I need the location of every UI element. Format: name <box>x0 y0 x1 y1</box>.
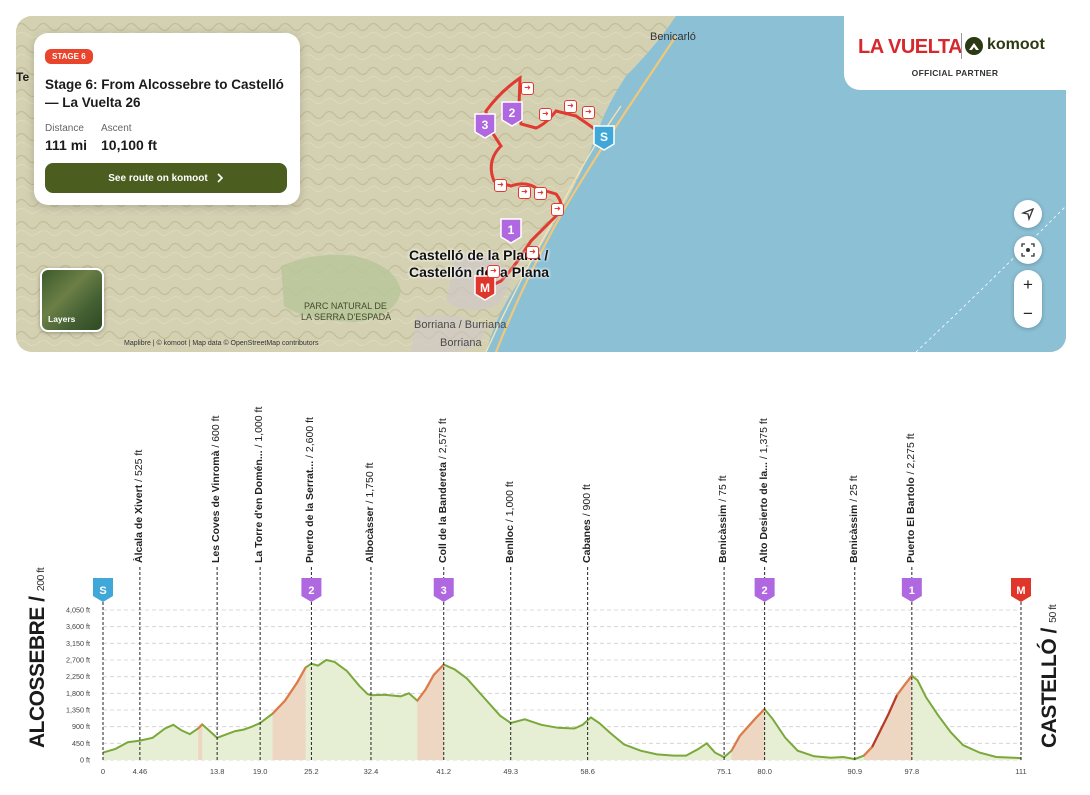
waypoint-label[interactable]: Alto Desierto de la... / 1,375 ft <box>758 418 770 563</box>
x-tick-label: 80.0 <box>757 767 772 776</box>
waypoint-elevation: / 600 ft <box>210 415 223 451</box>
waypoint-name: Cabanes <box>580 519 593 563</box>
steep-section <box>284 682 298 760</box>
y-tick-label: 900 ft <box>72 722 90 731</box>
svg-text:2: 2 <box>308 585 314 597</box>
waypoint-name: Coll de la Bandereta <box>436 462 449 563</box>
y-tick-label: 1,800 ft <box>66 689 90 698</box>
waypoint-label[interactable]: Àlcala de Xivert / 525 ft <box>133 450 145 563</box>
y-tick-label: 4,050 ft <box>66 606 90 615</box>
svg-text:1: 1 <box>909 585 915 597</box>
waypoint-elevation: / 900 ft <box>580 484 593 520</box>
y-tick-label: 1,350 ft <box>66 706 90 715</box>
waypoint-name: La Torre d'en Domén... <box>253 450 266 563</box>
end-name: CASTELLÓ / <box>1038 628 1061 748</box>
waypoint-elevation: / 25 ft <box>847 475 860 505</box>
waypoint-name: Alto Desierto de la... <box>757 462 770 563</box>
x-tick-label: 25.2 <box>304 767 319 776</box>
x-tick-label: 97.8 <box>905 767 920 776</box>
profile-finish-marker: M <box>1011 578 1031 602</box>
waypoint-elevation: / 75 ft <box>717 475 730 505</box>
kom-marker: 3 <box>433 578 454 602</box>
waypoint-elevation: / 2,600 ft <box>304 417 317 461</box>
steep-section <box>433 664 444 760</box>
waypoint-elevation: / 525 ft <box>132 449 145 485</box>
x-tick-label: 90.9 <box>847 767 862 776</box>
x-tick-label: 75.1 <box>717 767 732 776</box>
waypoint-name: Puerto de la Serrat... <box>304 460 317 563</box>
waypoint-name: Benicàssim <box>847 504 860 563</box>
y-tick-label: 3,600 ft <box>66 622 90 631</box>
x-tick-label: 58.6 <box>580 767 595 776</box>
steep-section <box>905 675 912 760</box>
start-location-label: ALCOSSEBRE / 200 ft <box>26 568 50 748</box>
x-tick-label: 19.0 <box>253 767 268 776</box>
x-tick-label: 13.8 <box>210 767 225 776</box>
waypoint-name: Albocàsser <box>363 506 376 563</box>
waypoint-elevation: / 1,000 ft <box>503 481 516 526</box>
waypoint-label[interactable]: Benicàssim / 25 ft <box>848 475 860 563</box>
waypoint-name: Benlloc <box>503 525 516 563</box>
y-tick-label: 0 ft <box>80 756 90 765</box>
waypoint-elevation: / 1,750 ft <box>363 462 376 507</box>
y-tick-label: 450 ft <box>72 739 90 748</box>
x-tick-label: 32.4 <box>364 767 379 776</box>
y-tick-label: 3,150 ft <box>66 639 90 648</box>
waypoint-label[interactable]: Albocàsser / 1,750 ft <box>364 463 376 563</box>
waypoint-name: Les Coves de Vinromà <box>210 450 223 563</box>
y-tick-label: 2,700 ft <box>66 656 90 665</box>
y-tick-label: 2,250 ft <box>66 672 90 681</box>
kom-marker: 2 <box>301 578 322 602</box>
waypoint-label[interactable]: Benlloc / 1,000 ft <box>504 481 516 563</box>
x-tick-label: 111 <box>1015 767 1026 776</box>
waypoint-label[interactable]: Puerto de la Serrat... / 2,600 ft <box>304 417 316 563</box>
waypoint-elevation: / 1,000 ft <box>253 406 266 451</box>
kom-marker: 2 <box>754 578 775 602</box>
x-tick-label: 41.2 <box>436 767 451 776</box>
elevation-chart[interactable]: 4,050 ft 3,600 ft 3,150 ft 2,700 ft 2,250 ft… <box>0 0 1090 795</box>
waypoint-elevation: / 1,375 ft <box>757 418 770 463</box>
start-elevation: 200 ft <box>35 567 47 592</box>
waypoint-elevation: / 2,575 ft <box>436 418 449 463</box>
steep-section <box>198 724 203 760</box>
svg-text:3: 3 <box>441 585 447 597</box>
waypoint-label[interactable]: La Torre d'en Domén... / 1,000 ft <box>253 407 265 563</box>
kom-marker: 1 <box>901 578 922 602</box>
svg-text:2: 2 <box>762 585 768 597</box>
waypoint-label[interactable]: Cabanes / 900 ft <box>581 484 593 563</box>
waypoint-label[interactable]: Benicàssim / 75 ft <box>717 475 729 563</box>
profile-start-marker: S <box>93 578 113 602</box>
svg-text:S: S <box>99 585 106 597</box>
steep-section <box>896 684 906 760</box>
waypoint-label[interactable]: Puerto El Bartolo / 2,275 ft <box>905 433 917 563</box>
waypoint-name: Puerto El Bartolo <box>904 477 917 563</box>
waypoint-label[interactable]: Coll de la Bandereta / 2,575 ft <box>437 418 449 563</box>
end-location-label: CASTELLÓ / 50 ft <box>1038 605 1062 748</box>
start-name: ALCOSSEBRE / <box>26 596 49 748</box>
x-tick-label: 49.3 <box>503 767 518 776</box>
waypoint-name: Benicàssim <box>717 504 730 563</box>
x-tick-label: 4.46 <box>133 767 148 776</box>
waypoint-name: Àlcala de Xivert <box>132 484 145 563</box>
waypoint-elevation: / 2,275 ft <box>904 433 917 478</box>
svg-text:M: M <box>1016 585 1025 597</box>
waypoint-label[interactable]: Les Coves de Vinromà / 600 ft <box>210 416 222 563</box>
x-tick-label: 0 <box>101 767 105 776</box>
end-elevation: 50 ft <box>1047 604 1059 623</box>
